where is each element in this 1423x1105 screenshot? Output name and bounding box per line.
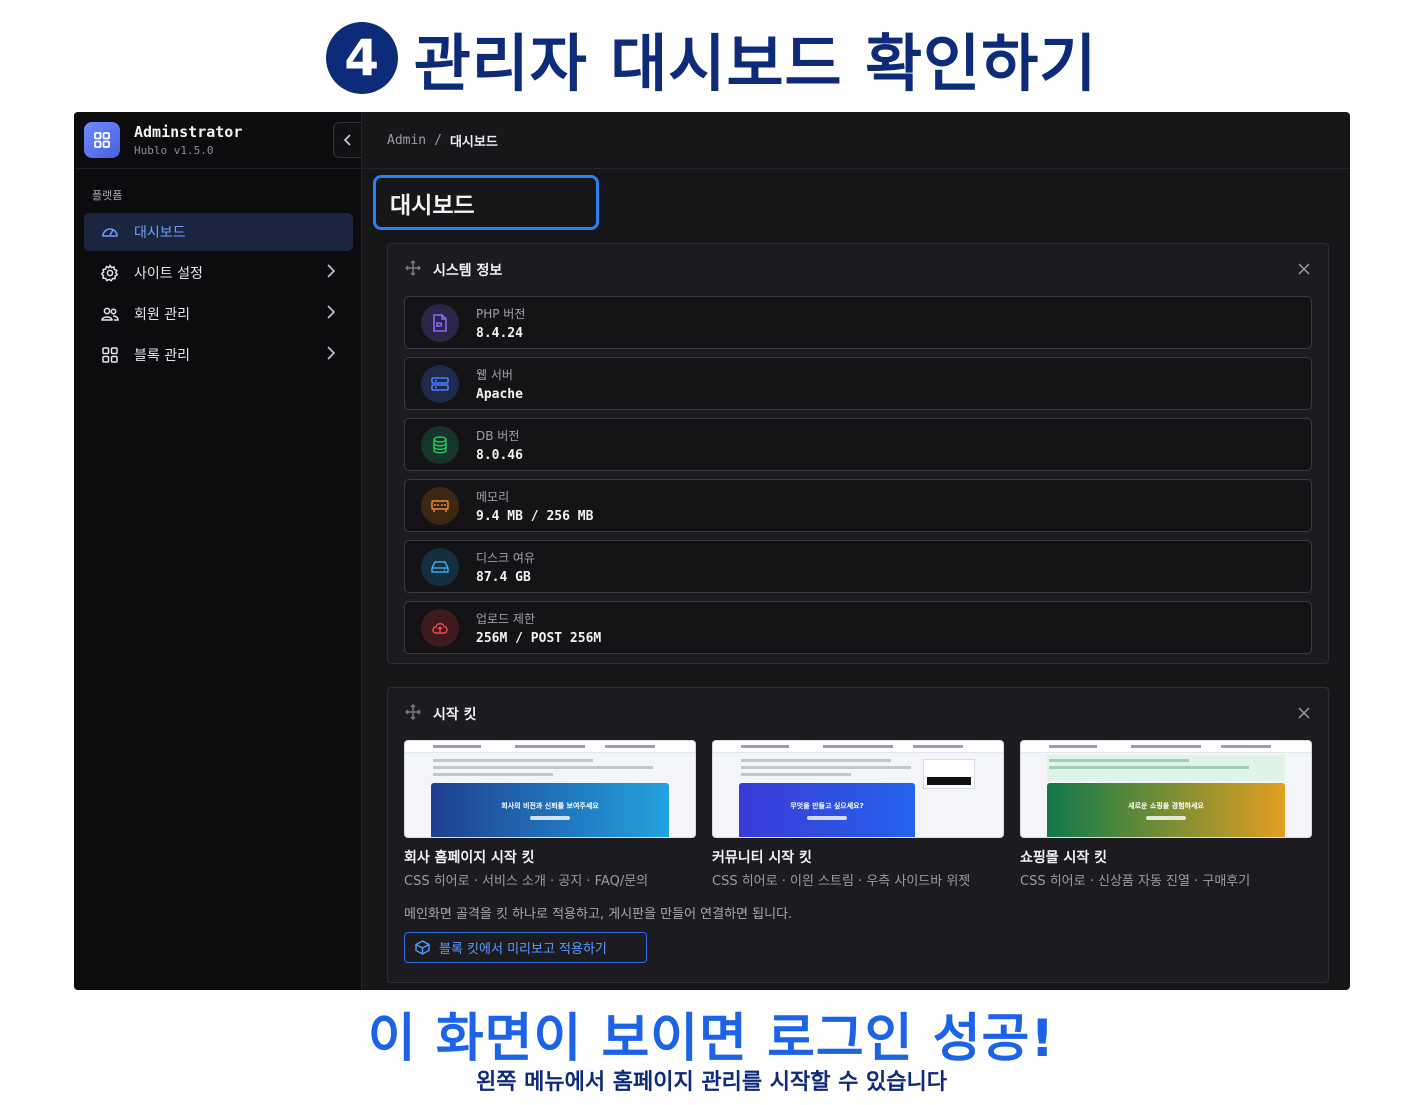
info-row-db: DB 버전 8.0.46 <box>404 418 1312 471</box>
breadcrumb-root-link[interactable]: Admin <box>387 133 426 148</box>
info-value: 87.4 GB <box>476 569 531 585</box>
page-title: 대시보드 <box>390 192 475 219</box>
drag-handle-icon[interactable] <box>405 704 421 724</box>
start-kits-panel: 시작 킷 회사의 비전과 신뢰를 보여주세요 회사 홈페이지 시작 킷 CSS … <box>387 687 1329 983</box>
cloud-upload-icon <box>421 608 459 647</box>
info-row-web-server: 웹 서버 Apache <box>404 357 1312 410</box>
sidebar-collapse-button[interactable] <box>333 122 361 158</box>
breadcrumb-separator: / <box>434 132 442 148</box>
sidebar-section-label: 플랫폼 <box>92 189 123 202</box>
info-label: 업로드 제한 <box>476 611 536 626</box>
info-value: 8.4.24 <box>476 325 523 341</box>
info-value: Apache <box>476 386 523 402</box>
sidebar-item-dashboard[interactable]: 대시보드 <box>84 213 353 251</box>
kit-name: 쇼핑몰 시작 킷 <box>1020 850 1108 866</box>
server-icon <box>421 364 459 403</box>
start-kits-title: 시작 킷 <box>433 707 477 723</box>
sidebar-item-label: 사이트 설정 <box>134 266 203 282</box>
kit-hero-text: 무엇을 만들고 싶으세요? <box>790 801 864 810</box>
info-row-disk: 디스크 여유 87.4 GB <box>404 540 1312 593</box>
preview-block-kits-label: 블록 킷에서 미리보고 적용하기 <box>439 942 607 957</box>
info-label: PHP 버전 <box>476 306 526 321</box>
info-label: 메모리 <box>476 489 510 504</box>
chevron-left-icon <box>343 134 351 146</box>
database-icon <box>421 425 459 464</box>
system-info-panel: 시스템 정보 PHP 버전 8.4.24 웹 서버 Apache DB 버전 8… <box>387 243 1329 664</box>
heading-title: 관리자 대시보드 확인하기 <box>413 27 1098 100</box>
kit-card-community[interactable]: 무엇을 만들고 싶으세요? 커뮤니티 시작 킷 CSS 히어로 · 이읜 스트림… <box>712 740 1004 891</box>
breadcrumb-current: 대시보드 <box>449 134 498 150</box>
drag-handle-icon[interactable] <box>405 260 421 280</box>
breadcrumb: Admin / 대시보드 <box>362 112 1350 169</box>
kits-note: 메인화면 골격을 킷 하나로 적용하고, 게시판을 만들어 연결하면 됩니다. <box>404 907 793 922</box>
sidebar-nav: 대시보드 사이트 설정 회원 관리 블록 관리 <box>74 213 361 374</box>
sidebar-item-label: 회원 관리 <box>134 307 190 323</box>
info-value: 256M / POST 256M <box>476 630 602 646</box>
chevron-right-icon <box>327 305 336 323</box>
kit-thumbnail: 회사의 비전과 신뢰를 보여주세요 <box>404 740 696 838</box>
cube-icon <box>415 940 430 955</box>
brand-logo-icon <box>84 122 120 158</box>
sidebar: Adminstrator Hublo v1.5.0 플랫폼 대시보드 사이트 설… <box>74 112 362 990</box>
chevron-right-icon <box>327 264 336 282</box>
gauge-icon <box>100 222 120 242</box>
system-info-title: 시스템 정보 <box>433 263 503 279</box>
sidebar-item-label: 블록 관리 <box>134 348 190 364</box>
main-content: Admin / 대시보드 대시보드 시스템 정보 PHP 버전 8.4.24 웹… <box>362 112 1350 990</box>
brand-version: Hublo v1.5.0 <box>134 144 214 157</box>
caption-sub: 왼쪽 메뉴에서 홈페이지 관리를 시작할 수 있습니다 <box>476 1070 947 1095</box>
kit-thumbnail: 새로운 쇼핑을 경험하세요 <box>1020 740 1312 838</box>
hard-drive-icon <box>421 547 459 586</box>
kit-card-company[interactable]: 회사의 비전과 신뢰를 보여주세요 회사 홈페이지 시작 킷 CSS 히어로 ·… <box>404 740 696 891</box>
admin-app-window: Adminstrator Hublo v1.5.0 플랫폼 대시보드 사이트 설… <box>74 112 1350 990</box>
preview-block-kits-button[interactable]: 블록 킷에서 미리보고 적용하기 <box>404 932 647 963</box>
info-label: 디스크 여유 <box>476 550 536 565</box>
kit-card-shop[interactable]: 새로운 쇼핑을 경험하세요 쇼핑몰 시작 킷 CSS 히어로 · 신상품 자동 … <box>1020 740 1312 891</box>
gear-icon <box>100 263 120 283</box>
kit-name: 커뮤니티 시작 킷 <box>712 850 812 866</box>
sidebar-item-members[interactable]: 회원 관리 <box>84 295 353 333</box>
sidebar-item-label: 대시보드 <box>134 225 186 241</box>
users-icon <box>100 304 120 324</box>
grid-icon <box>100 345 120 365</box>
sidebar-item-blocks[interactable]: 블록 관리 <box>84 336 353 374</box>
info-label: DB 버전 <box>476 428 520 443</box>
kit-description: CSS 히어로 · 이읜 스트림 · 우측 사이드바 위젯 <box>712 874 971 889</box>
info-value: 8.0.46 <box>476 447 523 463</box>
page-title-highlight: 대시보드 <box>373 175 599 230</box>
kit-hero-text: 회사의 비전과 신뢰를 보여주세요 <box>501 801 599 810</box>
info-label: 웹 서버 <box>476 367 513 382</box>
step-number-badge: 4 <box>325 22 398 94</box>
info-row-memory: 메모리 9.4 MB / 256 MB <box>404 479 1312 532</box>
brand-name: Adminstrator <box>134 123 243 141</box>
chevron-right-icon <box>327 346 336 364</box>
info-row-upload-limit: 업로드 제한 256M / POST 256M <box>404 601 1312 654</box>
memory-icon <box>421 486 459 525</box>
kit-description: CSS 히어로 · 서비스 소개 · 공지 · FAQ/문의 <box>404 874 649 889</box>
php-file-icon <box>421 303 459 342</box>
close-icon[interactable] <box>1298 260 1310 279</box>
sidebar-item-site-settings[interactable]: 사이트 설정 <box>84 254 353 292</box>
brand-header[interactable]: Adminstrator Hublo v1.5.0 <box>74 112 361 169</box>
kit-description: CSS 히어로 · 신상품 자동 진열 · 구매후기 <box>1020 874 1251 889</box>
close-icon[interactable] <box>1298 704 1310 723</box>
info-value: 9.4 MB / 256 MB <box>476 508 594 524</box>
info-row-php: PHP 버전 8.4.24 <box>404 296 1312 349</box>
kit-thumbnail: 무엇을 만들고 싶으세요? <box>712 740 1004 838</box>
kit-name: 회사 홈페이지 시작 킷 <box>404 850 535 866</box>
caption-main: 이 화면이 보이면 로그인 성공! <box>367 1009 1056 1069</box>
kit-hero-text: 새로운 쇼핑을 경험하세요 <box>1128 801 1204 810</box>
page-heading: 4 관리자 대시보드 확인하기 <box>0 12 1423 104</box>
